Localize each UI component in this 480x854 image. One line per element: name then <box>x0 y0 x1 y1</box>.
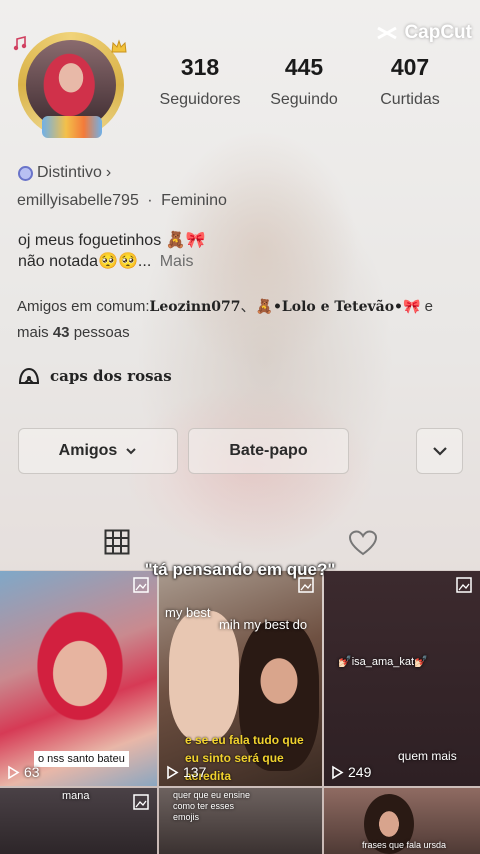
view-count: 63 <box>6 764 40 780</box>
play-icon <box>8 765 20 779</box>
group-link[interactable]: caps dos rosas <box>18 366 172 386</box>
chevron-down-icon <box>432 447 447 456</box>
bio-line-2: não notada🥺🥺... <box>18 253 152 270</box>
chat-button-label: Bate-papo <box>229 442 308 459</box>
friends-and: e <box>424 298 433 315</box>
more-options-button[interactable] <box>416 428 463 474</box>
music-note-icon <box>13 36 27 51</box>
capcut-logo-icon <box>377 26 398 40</box>
friends-button-label: Amigos <box>58 442 118 459</box>
capcut-text: CapCut <box>404 22 472 43</box>
video-thumbnail[interactable]: 💅🏻isa_ama_kat💅🏻 quem mais 249 <box>324 571 480 786</box>
badge-icon <box>18 165 33 181</box>
likes-count: 407 <box>390 54 430 80</box>
thumbnail-caption: o nss santo bateu <box>34 751 129 767</box>
profile-bio: oj meus foguetinhos 🧸🎀 não notada🥺🥺... M… <box>18 230 206 272</box>
likes-label: Curtidas <box>380 91 440 108</box>
video-thumbnail[interactable]: frases que fala ursda <box>324 788 480 854</box>
thumbnail-caption: 💅🏻isa_ama_kat💅🏻 <box>338 656 428 668</box>
avatar-decoration <box>42 116 102 138</box>
mutual-friends[interactable]: Amigos em comum:Leozinn077、🧸•Lolo e Tete… <box>17 294 457 346</box>
following-label: Seguindo <box>270 91 338 108</box>
view-count-value: 249 <box>348 764 372 780</box>
separator-dot: · <box>147 192 153 209</box>
view-count-value: 63 <box>24 764 40 780</box>
thumbnail-caption: frases que fala ursda <box>362 840 447 850</box>
play-icon <box>167 765 179 779</box>
video-thumbnail[interactable]: mana <box>0 788 157 854</box>
group-icon <box>18 367 40 384</box>
mutual-friend-2: 🧸•Lolo e Tetevão•🎀 <box>255 299 421 315</box>
chevron-right-icon: › <box>105 164 112 181</box>
group-name: caps dos rosas <box>50 367 172 385</box>
view-count-value: 137 <box>183 764 207 780</box>
thumbnail-caption: quer que eu ensine como ter esses emojis <box>173 790 251 822</box>
following-stat[interactable]: 445 Seguindo <box>254 54 354 109</box>
video-thumbnail[interactable]: quer que eu ensine como ter esses emojis <box>159 788 322 854</box>
profile-avatar[interactable] <box>13 28 128 142</box>
friend-separator: 、 <box>240 298 256 315</box>
view-count: 249 <box>330 764 371 780</box>
bio-more-link[interactable]: Mais <box>160 253 194 270</box>
thumbnail-caption: quem mais <box>398 749 457 763</box>
bio-line-1: oj meus foguetinhos 🧸🎀 <box>18 232 206 249</box>
friends-count: 43 <box>52 324 70 341</box>
chevron-down-icon <box>126 448 137 455</box>
friends-suffix: pessoas <box>73 324 130 341</box>
video-thumbnail[interactable]: o nss santo bateu 63 <box>0 571 157 786</box>
username: emillyisabelle795 <box>17 192 139 209</box>
username-line: emillyisabelle795 · Feminino <box>17 192 227 210</box>
friends-more-prefix: mais <box>17 324 49 341</box>
following-count: 445 <box>284 54 324 80</box>
play-icon <box>332 765 344 779</box>
mutual-friends-prefix: Amigos em comum: <box>17 298 150 315</box>
gender-label: Feminino <box>161 192 227 209</box>
view-count: 137 <box>165 764 206 780</box>
thumbnail-person <box>20 591 140 741</box>
followers-stat[interactable]: 318 Seguidores <box>150 54 250 109</box>
chat-button[interactable]: Bate-papo <box>188 428 349 474</box>
badge-link[interactable]: Distintivo › <box>18 164 111 182</box>
followers-count: 318 <box>180 54 220 80</box>
likes-stat[interactable]: 407 Curtidas <box>360 54 460 109</box>
badge-label: Distintivo <box>37 164 102 181</box>
crown-icon <box>111 39 127 53</box>
thumbnail-caption: my best <box>165 605 211 620</box>
friends-button[interactable]: Amigos <box>18 428 178 474</box>
video-thumbnail[interactable]: my best mih my best do e se eu fala tudo… <box>159 571 322 786</box>
thumbnail-caption: mana <box>62 790 90 802</box>
pin-icon <box>133 794 149 810</box>
thumbnail-caption: mih my best do <box>219 617 308 632</box>
profile-tabs <box>0 522 480 562</box>
followers-label: Seguidores <box>159 91 241 108</box>
grid-icon[interactable] <box>104 529 130 555</box>
video-caption: "tá pensando em que?" <box>144 560 336 579</box>
heart-icon[interactable] <box>348 529 378 557</box>
mutual-friend-1: Leozinn077 <box>149 299 241 315</box>
capcut-watermark: CapCut <box>376 22 472 44</box>
